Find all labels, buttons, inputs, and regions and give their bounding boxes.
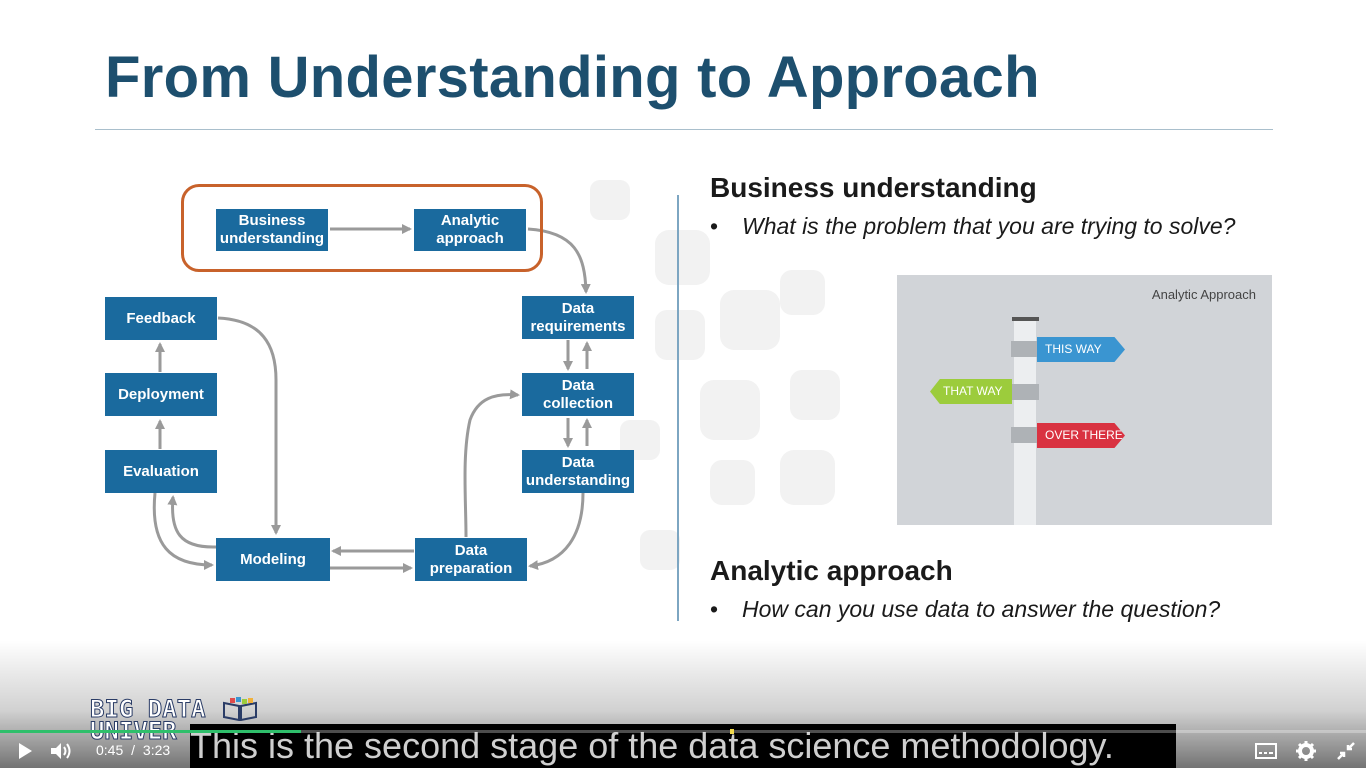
time-separator: /: [131, 742, 136, 758]
time-current: 0:45: [96, 742, 124, 758]
column-divider: [677, 195, 679, 621]
diagram-arrows: [152, 224, 592, 573]
stage-business-understanding: Business understanding: [216, 209, 328, 251]
stage-modeling: Modeling: [216, 538, 330, 581]
heading-business-understanding: Business understanding: [710, 172, 1037, 203]
progress-bar-fill: [0, 730, 301, 733]
bullet-text: What is the problem that you are trying …: [742, 213, 1236, 239]
signpost-bracket: [1011, 384, 1039, 400]
sign-that-way: THAT WAY: [930, 379, 1012, 404]
time-total: 3:23: [142, 742, 171, 758]
heading-analytic-approach: Analytic approach: [710, 555, 953, 586]
bullet-dot: •: [710, 596, 719, 622]
play-icon[interactable]: [16, 742, 34, 760]
exit-fullscreen-icon[interactable]: [1336, 741, 1356, 761]
stage-data-requirements: Data requirements: [522, 296, 634, 339]
volume-icon[interactable]: [50, 741, 74, 761]
signpost-bracket: [1011, 341, 1039, 357]
gear-icon[interactable]: [1296, 741, 1316, 761]
bullet-dot: •: [710, 213, 719, 239]
progress-bar[interactable]: [0, 730, 1366, 733]
book-icon: [223, 697, 257, 721]
stage-deployment: Deployment: [105, 373, 217, 416]
sign-this-way: THIS WAY: [1037, 337, 1125, 362]
sign-over-there: OVER THERE: [1037, 423, 1125, 448]
methodology-diagram: Business understanding Analytic approach…: [0, 0, 680, 700]
stage-data-preparation: Data preparation: [415, 538, 527, 581]
bullet-text: How can you use data to answer the quest…: [742, 596, 1221, 622]
stage-data-collection: Data collection: [522, 373, 634, 416]
image-label: Analytic Approach: [1151, 287, 1256, 302]
signpost-bracket: [1011, 427, 1039, 443]
chapter-marker[interactable]: [730, 729, 734, 734]
signpost-image: Analytic Approach THIS WAY THAT WAY OVER…: [897, 275, 1272, 525]
stage-data-understanding: Data understanding: [522, 450, 634, 493]
time-display: 0:45 / 3:23: [96, 742, 170, 758]
stage-analytic-approach: Analytic approach: [414, 209, 526, 251]
signpost-cap: [1012, 317, 1039, 321]
stage-evaluation: Evaluation: [105, 450, 217, 493]
brand-logo: BIG DATA UNIVER: [90, 697, 207, 744]
captions-icon[interactable]: [1255, 743, 1277, 759]
stage-feedback: Feedback: [105, 297, 217, 340]
